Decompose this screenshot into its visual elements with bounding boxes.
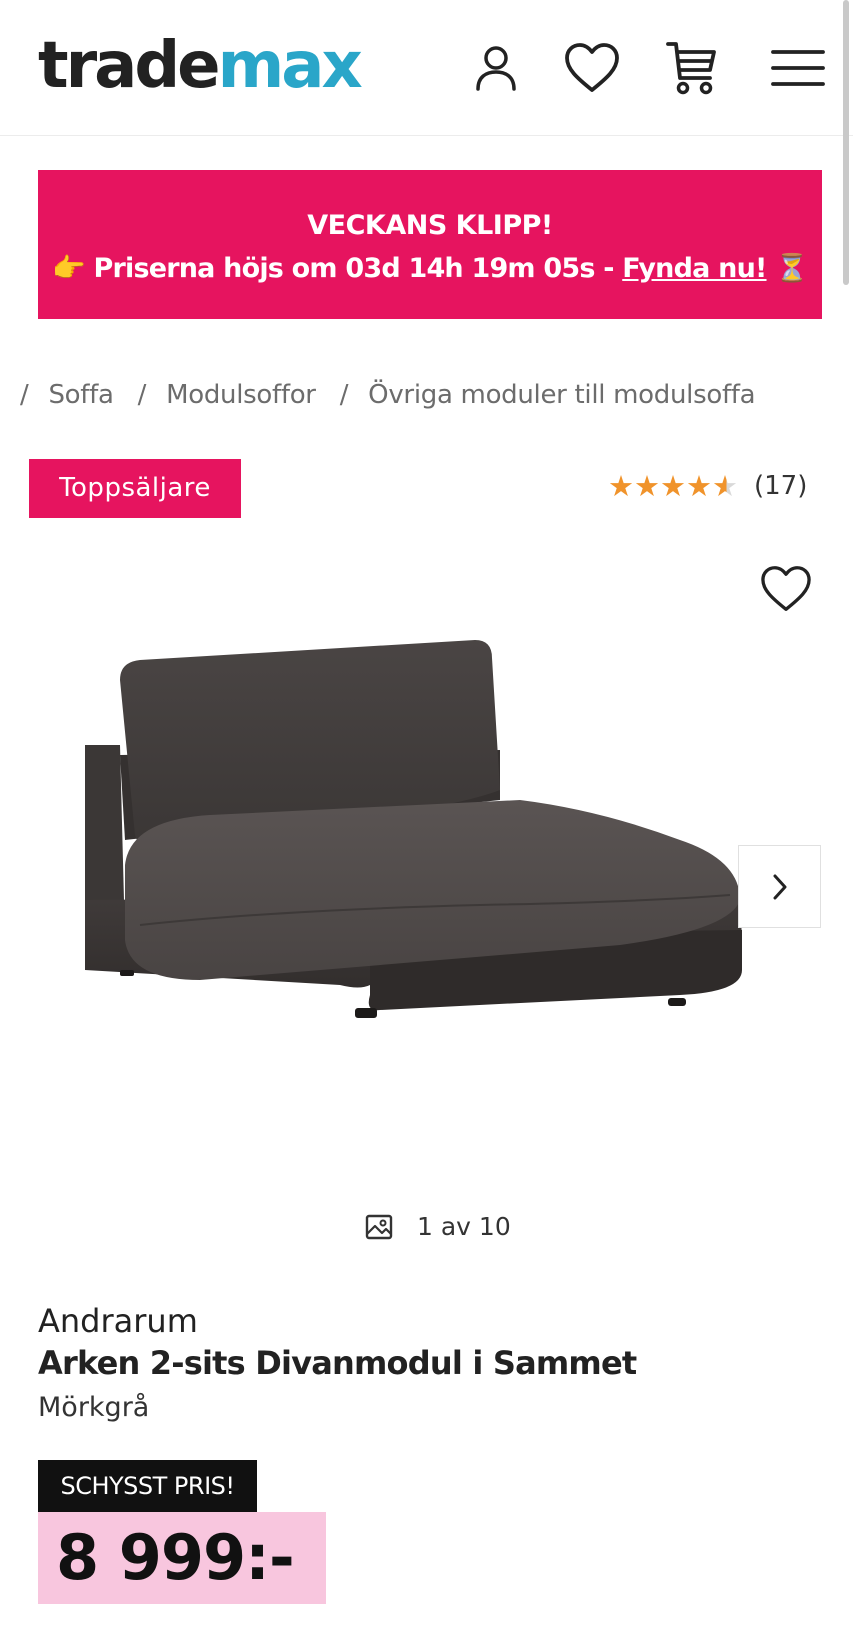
promo-title: VECKANS KLIPP!	[307, 210, 553, 241]
price-box: 8 999:-	[38, 1512, 326, 1604]
image-counter-text: 1 av 10	[417, 1212, 511, 1241]
promo-countdown: 👉 Priserna höjs om 03d 14h 19m 05s - Fyn…	[38, 252, 822, 284]
chevron-right-icon	[773, 874, 786, 899]
user-icon[interactable]	[466, 38, 526, 98]
product-rating[interactable]: ★ ★ ★ ★ ★ (17)	[608, 469, 807, 503]
product-name: Arken 2-sits Divanmodul i Sammet	[38, 1344, 637, 1382]
image-counter: 1 av 10	[365, 1212, 511, 1241]
breadcrumb-item-ovriga-moduler[interactable]: Övriga moduler till modulsoffa	[368, 380, 755, 410]
promo-link[interactable]: Fynda nu!	[622, 253, 767, 284]
product-image[interactable]	[80, 640, 780, 1130]
bestseller-badge: Toppsäljare	[29, 459, 241, 518]
price-badge: SCHYSST PRIS!	[38, 1460, 257, 1512]
promo-banner: VECKANS KLIPP! 👉 Priserna höjs om 03d 14…	[38, 170, 822, 319]
promo-countdown-text: Priserna höjs om 03d 14h 19m 05s -	[93, 253, 623, 284]
pointing-hand-icon: 👉	[52, 253, 86, 284]
logo[interactable]: trademax	[38, 26, 363, 106]
star-icon: ★	[686, 469, 712, 503]
menu-icon[interactable]	[768, 38, 828, 98]
breadcrumb-separator: /	[339, 380, 349, 410]
product-brand: Andrarum	[38, 1302, 198, 1340]
breadcrumb-separator: /	[20, 380, 29, 410]
half-star-icon: ★	[712, 469, 738, 503]
breadcrumb-item-modulsoffor[interactable]: Modulsoffor	[166, 380, 316, 410]
star-icon: ★	[608, 469, 634, 503]
breadcrumb: / Soffa / Modulsoffor / Övriga moduler till m…	[20, 380, 779, 410]
heart-icon[interactable]	[562, 38, 622, 98]
hourglass-icon: ⏳	[775, 253, 809, 284]
star-icon: ★	[634, 469, 660, 503]
next-image-button[interactable]	[738, 845, 821, 928]
logo-part-max: max	[217, 29, 363, 103]
rating-count: (17)	[754, 471, 808, 501]
star-icon: ★	[660, 469, 686, 503]
gallery-icon	[365, 1214, 393, 1239]
breadcrumb-separator: /	[137, 380, 147, 410]
breadcrumb-item-soffa[interactable]: Soffa	[48, 380, 113, 410]
product-color: Mörkgrå	[38, 1392, 150, 1423]
logo-part-trade: trade	[38, 29, 221, 103]
cart-icon[interactable]	[662, 38, 722, 98]
site-header: trademax	[0, 0, 853, 136]
product-price: 8 999:-	[56, 1521, 295, 1594]
favorite-heart-icon[interactable]	[756, 559, 816, 619]
scrollbar[interactable]	[843, 0, 849, 285]
